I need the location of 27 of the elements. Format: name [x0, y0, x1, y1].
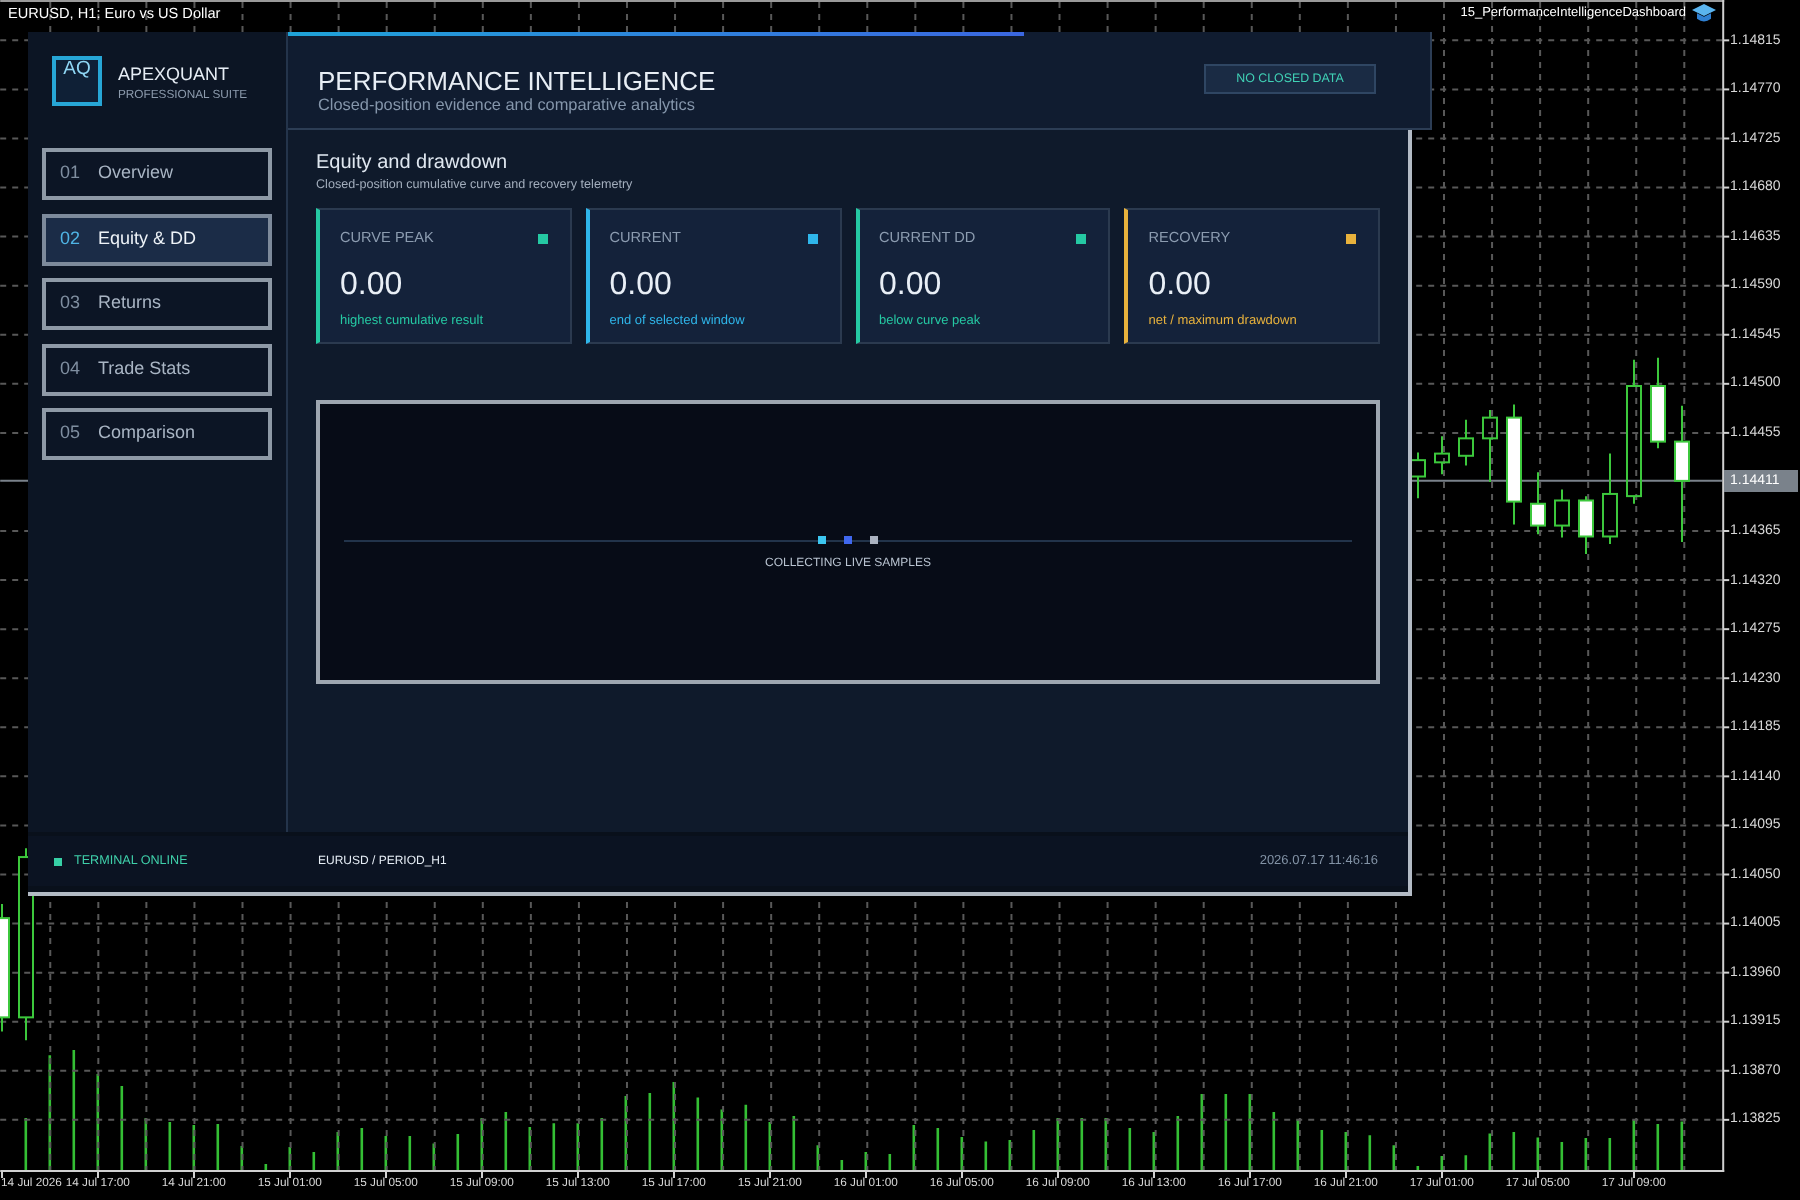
page-title: PERFORMANCE INTELLIGENCE	[318, 66, 716, 96]
candle	[1529, 471, 1546, 536]
candle	[1481, 409, 1498, 483]
nav-item[interactable]: 01 Overview	[42, 148, 272, 200]
nav-item[interactable]: 05 Comparison	[42, 408, 272, 460]
metric-value: 0.00	[609, 268, 674, 304]
candle	[1457, 418, 1474, 467]
section-title: Equity and drawdown	[316, 152, 510, 176]
candle	[1601, 452, 1618, 546]
candle	[1649, 356, 1666, 450]
graduation-cap-icon	[1692, 4, 1716, 24]
brand-name: APEXQUANT	[118, 64, 232, 86]
nav-item[interactable]: 04 Trade Stats	[42, 343, 272, 395]
nav-item[interactable]: 02 Equity & DD	[42, 213, 272, 265]
candle	[1433, 435, 1450, 476]
status-square-icon	[54, 857, 62, 865]
nav-item[interactable]: 03 Returns	[42, 278, 272, 330]
candle	[1577, 495, 1594, 555]
candle	[1553, 488, 1570, 539]
logo-mark: AQ	[52, 56, 102, 106]
candle	[1505, 403, 1522, 526]
metric-value: 0.00	[879, 268, 944, 304]
metric-value: 0.00	[340, 268, 405, 304]
page-subtitle: Closed-position evidence and comparative analytics	[318, 96, 697, 116]
candle	[0, 902, 10, 1033]
candle	[1673, 404, 1690, 543]
metric-value: 0.00	[1148, 268, 1213, 304]
